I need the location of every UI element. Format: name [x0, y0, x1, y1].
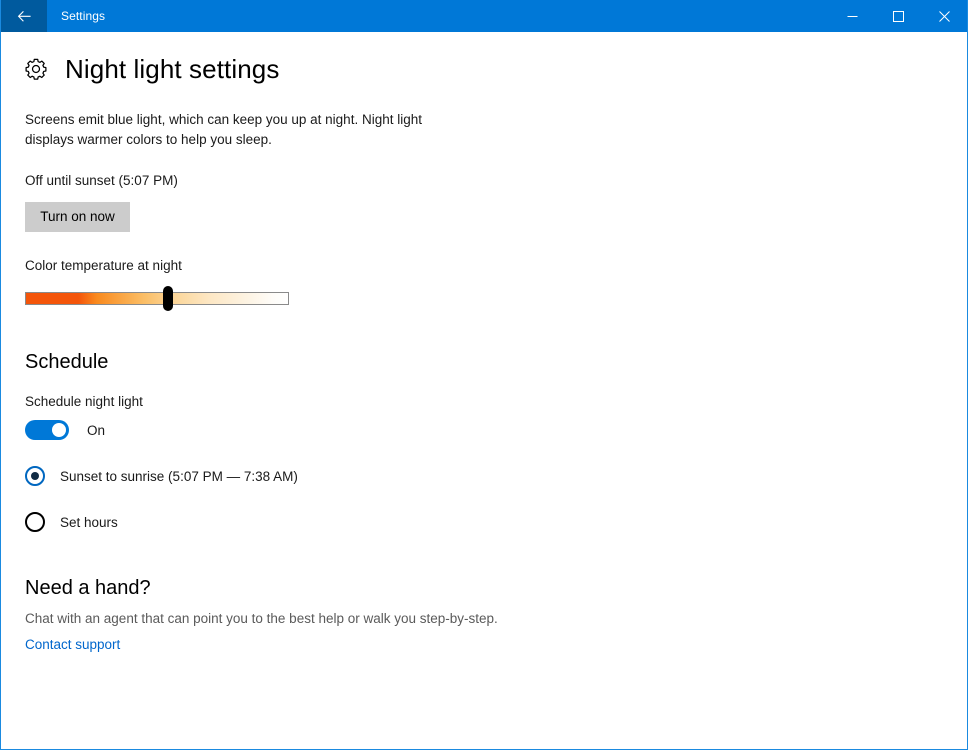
- radio-dot: [31, 472, 39, 480]
- radio-label-set-hours: Set hours: [60, 515, 118, 530]
- schedule-toggle-label: Schedule night light: [25, 394, 943, 409]
- toggle-state-label: On: [87, 423, 105, 438]
- schedule-heading: Schedule: [25, 350, 943, 374]
- slider-track[interactable]: [25, 292, 289, 305]
- radio-option-set-hours[interactable]: Set hours: [25, 512, 118, 532]
- radio-label-sunset-to-sunrise: Sunset to sunrise (5:07 PM — 7:38 AM): [60, 469, 298, 484]
- page-content: Night light settings Screens emit blue l…: [1, 32, 967, 748]
- page-title: Night light settings: [65, 54, 279, 84]
- slider-thumb[interactable]: [163, 286, 173, 311]
- intro-description: Screens emit blue light, which can keep …: [25, 110, 455, 150]
- schedule-toggle-row: On: [25, 420, 943, 440]
- close-button[interactable]: [921, 0, 967, 32]
- window-title: Settings: [47, 0, 105, 32]
- schedule-night-light-toggle[interactable]: [25, 420, 69, 440]
- help-description: Chat with an agent that can point you to…: [25, 610, 943, 628]
- titlebar-spacer: [105, 0, 829, 32]
- close-icon: [939, 11, 950, 22]
- maximize-icon: [893, 11, 904, 22]
- settings-body: Screens emit blue light, which can keep …: [1, 110, 967, 654]
- page-header: Night light settings: [1, 32, 967, 84]
- back-button[interactable]: [1, 0, 47, 32]
- radio-selected-icon: [25, 466, 45, 486]
- night-light-status: Off until sunset (5:07 PM): [25, 172, 943, 190]
- settings-window: Settings: [0, 0, 968, 750]
- title-bar: Settings: [1, 0, 967, 32]
- help-heading: Need a hand?: [25, 576, 943, 600]
- color-temperature-slider[interactable]: [25, 286, 289, 310]
- maximize-button[interactable]: [875, 0, 921, 32]
- color-temperature-label: Color temperature at night: [25, 258, 943, 273]
- back-arrow-icon: [16, 8, 33, 25]
- radio-unselected-icon: [25, 512, 45, 532]
- minimize-button[interactable]: [829, 0, 875, 32]
- window-controls: [829, 0, 967, 32]
- toggle-knob: [52, 423, 66, 437]
- gear-icon: [24, 57, 48, 81]
- turn-on-now-button[interactable]: Turn on now: [25, 202, 130, 232]
- minimize-icon: [847, 11, 858, 22]
- contact-support-link[interactable]: Contact support: [25, 637, 120, 652]
- radio-option-sunset-to-sunrise[interactable]: Sunset to sunrise (5:07 PM — 7:38 AM): [25, 466, 298, 486]
